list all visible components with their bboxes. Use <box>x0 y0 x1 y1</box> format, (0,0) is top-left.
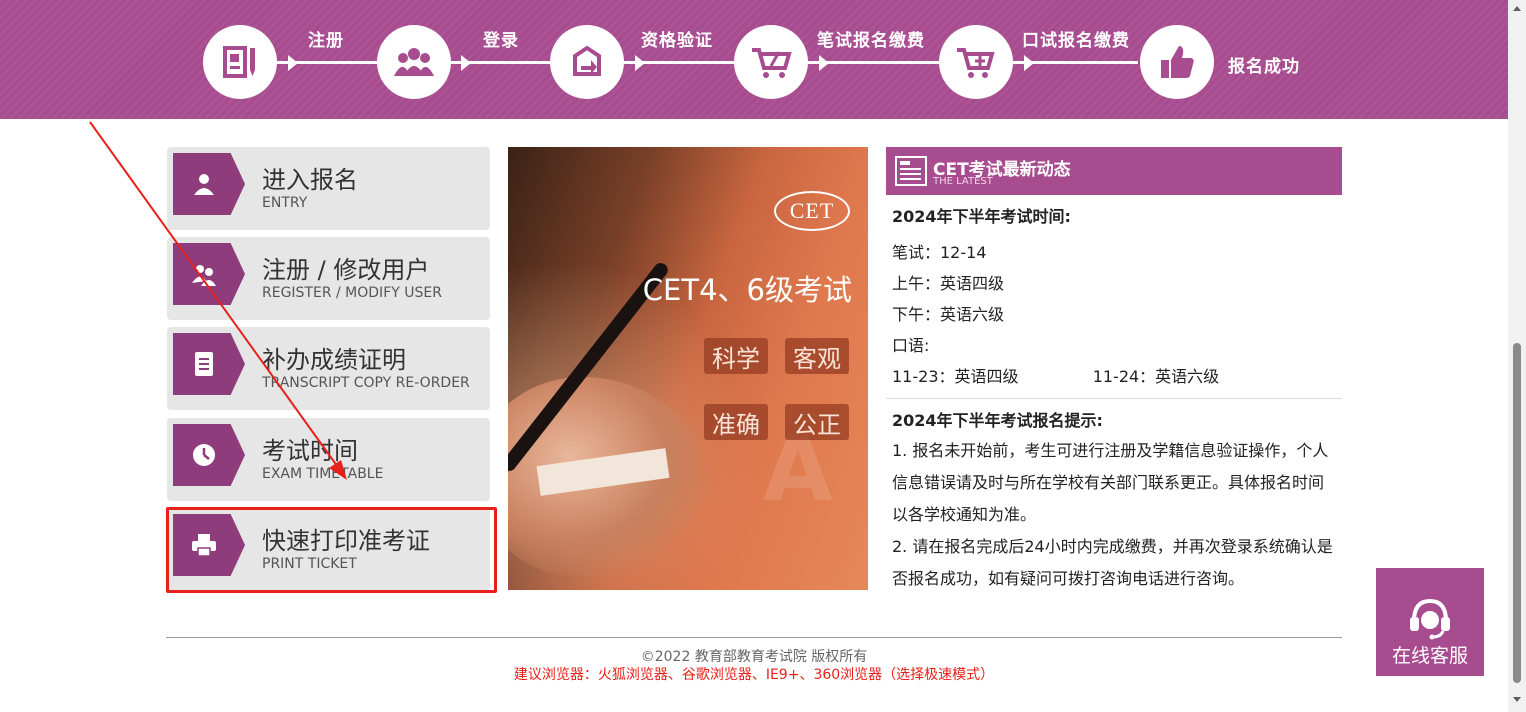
headset-icon <box>1410 598 1450 640</box>
news-subtitle: THE LATEST <box>933 176 993 187</box>
oral-day2: 11-24：英语六级 <box>1092 367 1220 386</box>
user-icon <box>194 174 214 195</box>
step-label-written-payment: 笔试报名缴费 <box>817 31 925 51</box>
step-register <box>203 25 277 99</box>
clock-icon <box>193 444 215 466</box>
menu-register-subtitle: REGISTER / MODIFY USER <box>262 285 442 301</box>
copyright-text: ©2022 教育部教育考试院 版权所有 <box>640 649 868 665</box>
browser-recommendation: 建议浏览器：火狐浏览器、谷歌浏览器、IE9+、360浏览器（选择极速模式） <box>513 667 995 683</box>
step-arrow <box>819 55 829 71</box>
registration-steps-banner: 注册 登录 资格验证 笔试报名缴费 口试报名缴费 报名成功 <box>0 0 1508 119</box>
menu-entry-subtitle: ENTRY <box>262 195 308 211</box>
step-login <box>377 25 451 99</box>
schedule-title: 2024年下半年考试时间: <box>892 207 1071 226</box>
newspaper-icon <box>895 156 927 186</box>
tips-list: 1. 报名未开始前，考生可进行注册及学籍信息验证操作，个人信息错误请及时与所在学… <box>892 435 1336 595</box>
promo-tag: 准确 <box>704 404 768 440</box>
users-group-icon <box>394 48 434 76</box>
online-service-button[interactable]: 在线客服 <box>1376 568 1484 676</box>
verify-icon <box>573 45 601 76</box>
page: 注册 登录 资格验证 笔试报名缴费 口试报名缴费 报名成功 进入报名 ENTRY… <box>0 0 1526 712</box>
afternoon-exam: 下午：英语六级 <box>892 305 1005 324</box>
menu-register[interactable]: 注册 / 修改用户 REGISTER / MODIFY USER <box>167 237 490 320</box>
menu-badge <box>173 424 245 486</box>
footer-divider <box>166 637 1342 638</box>
promo-title: CET4、6级考试 <box>642 273 852 307</box>
oral-label: 口语: <box>892 336 930 355</box>
step-written-payment <box>734 25 808 99</box>
online-service-label: 在线客服 <box>1391 645 1468 667</box>
tips-title: 2024年下半年考试报名提示: <box>892 411 1103 430</box>
step-label-login: 登录 <box>483 31 519 51</box>
step-oral-payment <box>939 25 1013 99</box>
news-body: 2024年下半年考试时间: 笔试：12-14 上午：英语四级 下午：英语六级 口… <box>886 195 1342 595</box>
cart-plus-icon <box>957 48 995 78</box>
cet-promo-banner: A CET CET4、6级考试 科学 客观 准确 公正 <box>508 147 868 590</box>
step-arrow <box>635 55 645 71</box>
promo-tag: 科学 <box>704 338 768 374</box>
oral-day1: 11-23：英语四级 <box>892 367 1019 386</box>
step-success <box>1140 25 1214 99</box>
step-label-oral-payment: 口试报名缴费 <box>1022 31 1130 51</box>
news-header: CET考试最新动态 THE LATEST <box>886 147 1342 195</box>
document-icon <box>195 352 213 376</box>
cart-icon <box>752 48 792 78</box>
scroll-up-arrow-icon[interactable] <box>1513 6 1521 11</box>
thumbs-up-icon <box>1161 46 1194 78</box>
menu-timetable-subtitle: EXAM TIMETABLE <box>262 466 384 482</box>
menu-timetable[interactable]: 考试时间 EXAM TIMETABLE <box>167 418 490 501</box>
step-verify <box>550 25 624 99</box>
register-form-icon <box>223 46 255 78</box>
step-label-success: 报名成功 <box>1228 57 1300 77</box>
users-icon <box>192 265 216 286</box>
oral-dates: 11-23：英语四级 11-24：英语六级 <box>892 361 1336 392</box>
menu-transcript[interactable]: 补办成绩证明 TRANSCRIPT COPY RE-ORDER <box>167 327 490 410</box>
scroll-thumb[interactable] <box>1513 343 1521 683</box>
scroll-down-arrow-icon[interactable] <box>1513 697 1521 702</box>
menu-entry-title: 进入报名 <box>262 166 358 194</box>
vertical-scrollbar[interactable] <box>1508 0 1526 712</box>
menu-register-title: 注册 / 修改用户 <box>262 256 430 284</box>
menu-entry[interactable]: 进入报名 ENTRY <box>167 147 490 230</box>
step-arrow <box>1024 55 1034 71</box>
tip-item: 2. 请在报名完成后24小时内完成缴费，并再次登录系统确认是否报名成功，如有疑问… <box>892 537 1333 588</box>
step-arrow <box>461 55 471 71</box>
menu-badge <box>173 153 245 215</box>
menu-badge <box>173 243 245 305</box>
news-divider <box>886 398 1342 399</box>
tip-item: 1. 报名未开始前，考生可进行注册及学籍信息验证操作，个人信息错误请及时与所在学… <box>892 441 1329 524</box>
menu-transcript-title: 补办成绩证明 <box>262 346 406 374</box>
print-ticket-highlight-box <box>166 507 497 593</box>
promo-tag: 客观 <box>785 338 849 374</box>
news-panel: CET考试最新动态 THE LATEST 2024年下半年考试时间: 笔试：12… <box>886 147 1342 595</box>
written-date: 笔试：12-14 <box>892 243 987 262</box>
promo-tag: 公正 <box>785 404 849 440</box>
morning-exam: 上午：英语四级 <box>892 274 1005 293</box>
step-label-verify: 资格验证 <box>641 31 713 51</box>
menu-transcript-subtitle: TRANSCRIPT COPY RE-ORDER <box>262 375 470 391</box>
step-arrow <box>288 55 298 71</box>
menu-timetable-title: 考试时间 <box>262 437 358 465</box>
menu-badge <box>173 333 245 395</box>
step-label-register: 注册 <box>308 31 344 51</box>
cet-logo: CET <box>774 191 850 231</box>
